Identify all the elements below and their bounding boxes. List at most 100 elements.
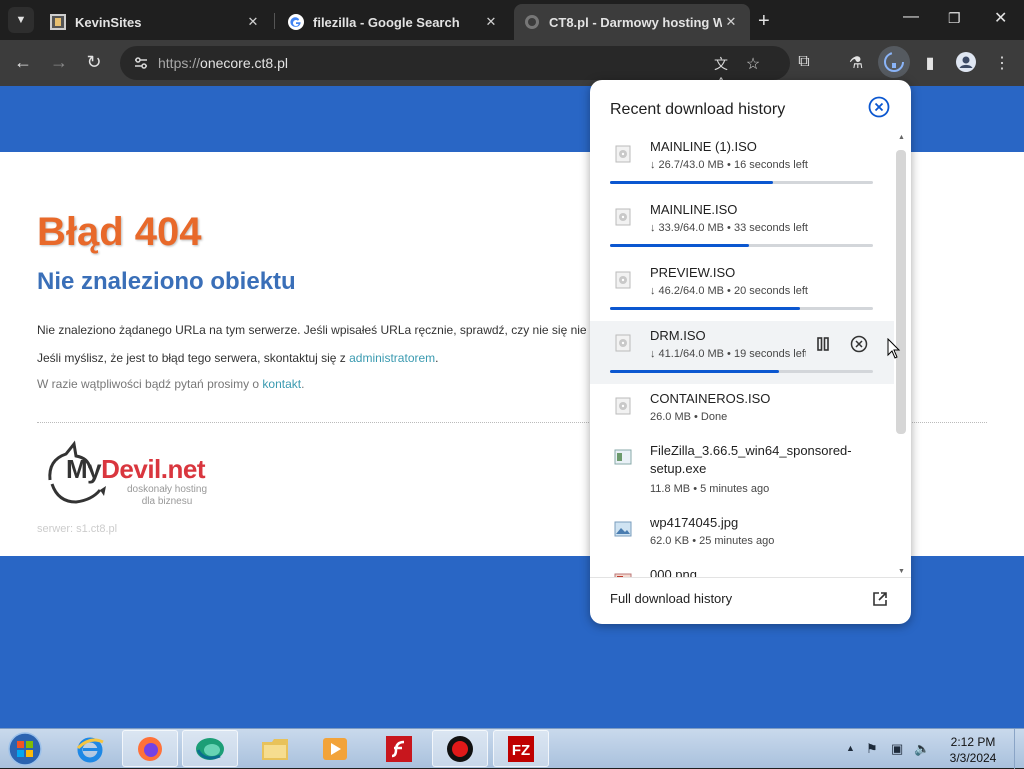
address-bar[interactable]: https://onecore.ct8.pl 文A ☆ (120, 46, 790, 90)
download-item[interactable]: CONTAINEROS.ISO 26.0 MB • Done (590, 384, 894, 436)
tab-strip: ▼ KevinSites ✕ filezilla - Google Search… (0, 0, 1024, 40)
download-progress-bar (610, 244, 873, 247)
tab-close-icon[interactable]: ✕ (482, 14, 500, 30)
tab-title: KevinSites (75, 14, 142, 30)
download-item[interactable]: PREVIEW.ISO ↓ 46.2/64.0 MB • 20 seconds … (590, 258, 894, 321)
window-close-icon[interactable]: ✕ (994, 8, 1007, 28)
minimize-icon[interactable]: — (903, 8, 919, 26)
bubble-footer[interactable]: Full download history (590, 577, 911, 624)
clock-date: 3/3/2024 (949, 751, 997, 765)
download-item[interactable]: FileZilla_3.66.5_win64_sponsored-setup.e… (590, 436, 894, 508)
image-file-icon (614, 521, 632, 537)
site-info-icon[interactable] (132, 54, 150, 72)
firefox-icon (138, 736, 162, 761)
error-paragraph-2: Jeśli myślisz, że jest to błąd tego serw… (37, 351, 439, 365)
mouse-cursor-icon (887, 338, 901, 359)
downloads-button[interactable] (878, 46, 910, 78)
download-item[interactable]: wp4174045.jpg 62.0 KB • 25 minutes ago (590, 508, 894, 560)
start-button-icon[interactable] (6, 731, 44, 767)
profile-avatar-icon[interactable] (956, 52, 976, 72)
edge-icon (196, 737, 224, 760)
download-item[interactable]: MAINLINE (1).ISO ↓ 26.7/43.0 MB • 16 sec… (590, 132, 894, 195)
administrator-link[interactable]: administratorem (349, 351, 435, 365)
download-item[interactable]: 000.png (590, 560, 894, 578)
tab-kevinsites[interactable]: KevinSites ✕ (40, 4, 272, 40)
volume-icon[interactable]: 🔈 (914, 741, 930, 757)
download-filename: wp4174045.jpg (650, 515, 739, 530)
taskbar-edge[interactable] (182, 730, 238, 767)
taskbar-firefox[interactable] (122, 730, 178, 767)
show-desktop-button[interactable] (1014, 729, 1024, 769)
bookmark-star-icon[interactable]: ☆ (744, 54, 762, 73)
internet-explorer-icon (76, 737, 104, 762)
tab-google-search[interactable]: filezilla - Google Search ✕ (278, 4, 510, 40)
taskbar-media-player[interactable] (307, 730, 363, 767)
logo-my: My (66, 454, 102, 484)
paragraph-text: Jeśli myślisz, że jest to błąd tego serw… (37, 351, 350, 365)
error-paragraph-3: W razie wątpliwości bądź pytań prosimy o… (37, 377, 304, 391)
svg-text:FZ: FZ (512, 742, 530, 759)
page-title: Błąd 404 (37, 210, 202, 254)
restore-icon[interactable]: ❐ (948, 10, 961, 27)
translate-icon[interactable]: 文A (712, 54, 730, 90)
tagline-line-2: dla biznesu (141, 496, 193, 507)
scrollbar-thumb[interactable] (896, 150, 906, 434)
download-filename: MAINLINE.ISO (650, 202, 738, 217)
paragraph-text: W razie wątpliwości bądź pytań prosimy o (37, 377, 263, 391)
download-item[interactable]: MAINLINE.ISO ↓ 33.9/64.0 MB • 33 seconds… (590, 195, 894, 258)
cancel-icon[interactable] (850, 335, 868, 353)
server-label: serwer: s1.ct8.pl (37, 523, 118, 535)
tab-search-button[interactable]: ▼ (8, 7, 34, 33)
download-progress-bar (610, 370, 873, 373)
globe-icon (525, 15, 539, 29)
taskbar-file-explorer[interactable] (248, 730, 304, 767)
download-progress-bar (610, 181, 873, 184)
menu-kebab-icon[interactable]: ⋮ (992, 53, 1012, 73)
extensions-icon[interactable]: ⧉ (794, 53, 814, 73)
kevinsites-favicon-icon (50, 14, 66, 30)
tab-close-icon[interactable]: ✕ (722, 14, 740, 30)
network-icon[interactable]: ▣ (891, 741, 903, 757)
forward-arrow-icon[interactable]: → (48, 52, 70, 73)
filezilla-icon: FZ (508, 735, 534, 762)
scroll-up-icon[interactable]: ▲ (898, 134, 905, 141)
taskbar-internet-explorer[interactable] (62, 730, 118, 767)
chevron-down-icon: ▼ (15, 14, 27, 26)
disc-file-icon (615, 145, 631, 163)
download-status: ↓ 46.2/64.0 MB • 20 seconds left (650, 285, 808, 297)
download-status: 62.0 KB • 25 minutes ago (650, 535, 775, 547)
clock-time: 2:12 PM (950, 735, 996, 749)
tab-close-icon[interactable]: ✕ (244, 14, 262, 30)
close-circle-icon[interactable] (868, 96, 890, 118)
logo-devil: Devil.net (101, 454, 205, 484)
pause-icon[interactable] (814, 335, 832, 353)
side-panel-icon[interactable]: ▮ (920, 53, 940, 73)
open-in-new-icon[interactable] (871, 590, 889, 608)
download-status: 11.8 MB • 5 minutes ago (650, 483, 770, 495)
labs-flask-icon[interactable]: ⚗ (846, 53, 866, 73)
scroll-down-icon[interactable]: ▼ (898, 568, 905, 575)
contact-link[interactable]: kontakt (262, 377, 301, 391)
progress-fill (610, 307, 800, 310)
system-clock[interactable]: 2:12 PM 3/3/2024 (940, 734, 1006, 766)
download-item[interactable]: DRM.ISO ↓ 41.1/64.0 MB • 19 seconds left (590, 321, 894, 384)
tagline-line-1: doskonały hosting (126, 484, 208, 495)
full-download-history-link[interactable]: Full download history (610, 591, 732, 606)
action-center-flag-icon[interactable]: ⚑ (866, 741, 878, 757)
download-filename: MAINLINE (1).ISO (650, 139, 757, 154)
disc-file-icon (615, 208, 631, 226)
taskbar-flash[interactable] (371, 730, 427, 767)
page-subtitle: Nie znaleziono obiektu (37, 268, 296, 295)
new-tab-icon[interactable]: + (758, 10, 770, 33)
tab-ct8[interactable]: CT8.pl - Darmowy hosting WWW ✕ (514, 4, 750, 40)
disc-file-icon (615, 334, 631, 352)
reload-icon[interactable]: ↻ (83, 52, 105, 73)
show-hidden-icons-icon[interactable]: ▲ (846, 743, 855, 753)
disc-file-icon (615, 271, 631, 289)
progress-fill (610, 181, 774, 184)
download-list: MAINLINE (1).ISO ↓ 26.7/43.0 MB • 16 sec… (590, 132, 894, 578)
taskbar-filezilla[interactable]: FZ (493, 730, 549, 767)
taskbar-screen-recorder[interactable] (432, 730, 488, 767)
back-arrow-icon[interactable]: ← (12, 52, 34, 73)
download-status: ↓ 41.1/64.0 MB • 19 seconds left (650, 348, 806, 360)
